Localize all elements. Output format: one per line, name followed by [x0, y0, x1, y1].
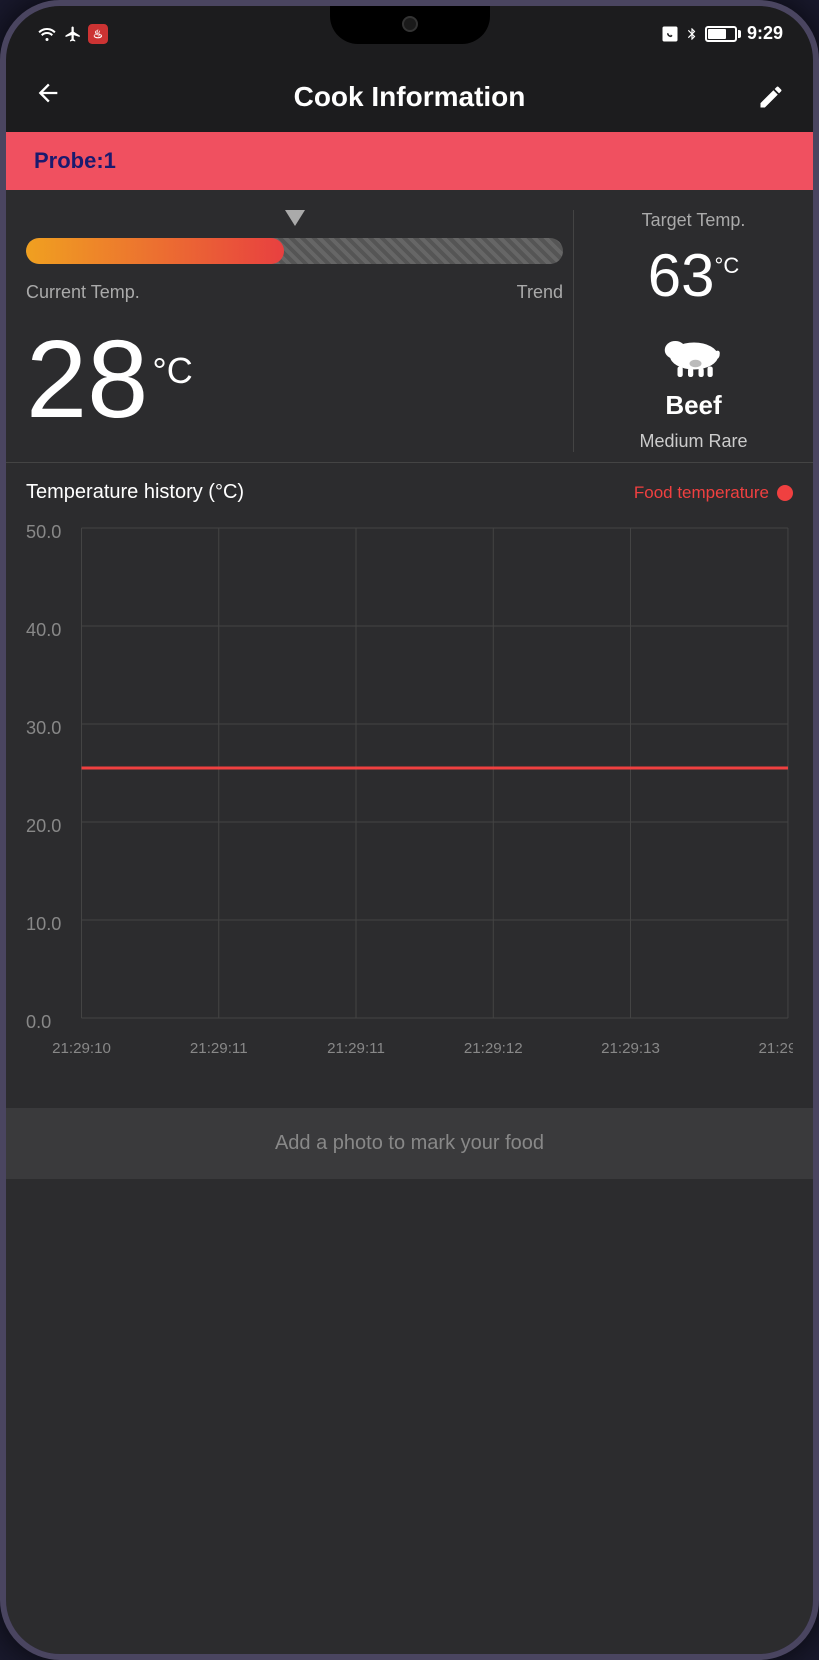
svg-text:10.0: 10.0: [26, 914, 61, 934]
current-temp-unit: °C: [152, 353, 192, 389]
target-temp-number: 63: [648, 241, 715, 310]
svg-text:21:29:11: 21:29:11: [190, 1040, 248, 1057]
svg-text:21:29:10: 21:29:10: [52, 1040, 111, 1057]
current-temp-label: Current Temp.: [26, 282, 140, 303]
app-icon: ♨: [88, 24, 108, 44]
edit-button[interactable]: [745, 83, 785, 111]
progress-indicator: [285, 210, 305, 226]
page-title: Cook Information: [74, 81, 745, 113]
current-temp-number: 28: [26, 325, 148, 435]
current-temp-panel: Current Temp. Trend 28 °C: [26, 210, 563, 452]
bluetooth-icon: [685, 24, 699, 44]
svg-text:21:29:11: 21:29:11: [327, 1040, 385, 1057]
header: Cook Information: [6, 61, 813, 132]
trend-label: Trend: [517, 282, 563, 303]
probe-label: Probe:1: [34, 148, 116, 173]
svg-text:♨: ♨: [93, 28, 103, 41]
chart-area: 50.0 40.0 30.0 20.0 10.0 0.0: [26, 518, 793, 1098]
chart-title: Temperature history (°C): [26, 481, 244, 504]
legend-label: Food temperature: [634, 483, 769, 503]
bottom-bar[interactable]: Add a photo to mark your food: [6, 1108, 813, 1179]
temperature-section: Current Temp. Trend 28 °C Target Temp. 6…: [6, 190, 813, 463]
chart-legend: Food temperature: [634, 483, 793, 503]
target-temp-panel: Target Temp. 63 °C: [573, 210, 793, 452]
airplane-icon: [64, 25, 82, 43]
phone-frame: ♨ 9:29: [0, 0, 819, 1660]
target-temp-value: 63 °C: [648, 241, 739, 310]
phone-screen: ♨ 9:29: [6, 6, 813, 1654]
temp-labels: Current Temp. Trend: [26, 282, 563, 303]
svg-text:21:29:13: 21:29:13: [601, 1040, 660, 1057]
svg-text:30.0: 30.0: [26, 718, 61, 738]
cow-icon: [649, 320, 739, 380]
svg-text:21:29:14: 21:29:14: [759, 1040, 793, 1057]
progress-container: [26, 210, 563, 264]
target-temp-label: Target Temp.: [642, 210, 746, 231]
legend-dot: [777, 485, 793, 501]
svg-text:20.0: 20.0: [26, 816, 61, 836]
camera: [402, 16, 418, 32]
notch: [330, 6, 490, 44]
food-name: Beef: [665, 390, 721, 421]
food-style: Medium Rare: [639, 431, 747, 452]
svg-text:50.0: 50.0: [26, 522, 61, 542]
svg-text:0.0: 0.0: [26, 1012, 51, 1032]
status-right: 9:29: [661, 23, 783, 44]
time-display: 9:29: [747, 23, 783, 44]
probe-banner: Probe:1: [6, 132, 813, 190]
status-left: ♨: [36, 24, 108, 44]
chart-header: Temperature history (°C) Food temperatur…: [26, 481, 793, 504]
current-temp-value: 28 °C: [26, 325, 193, 435]
chart-section: Temperature history (°C) Food temperatur…: [6, 463, 813, 1108]
status-bar: ♨ 9:29: [6, 6, 813, 61]
back-button[interactable]: [34, 79, 74, 114]
chart-svg: 50.0 40.0 30.0 20.0 10.0 0.0: [26, 518, 793, 1098]
battery-icon: [705, 26, 741, 42]
svg-text:40.0: 40.0: [26, 620, 61, 640]
nfc-icon: [661, 25, 679, 43]
progress-bar-fill: [26, 238, 284, 264]
svg-text:21:29:12: 21:29:12: [464, 1040, 523, 1057]
progress-bar-bg: [26, 238, 563, 264]
wifi-icon: [36, 26, 58, 42]
bottom-label: Add a photo to mark your food: [275, 1132, 544, 1154]
target-temp-unit: °C: [715, 253, 740, 279]
